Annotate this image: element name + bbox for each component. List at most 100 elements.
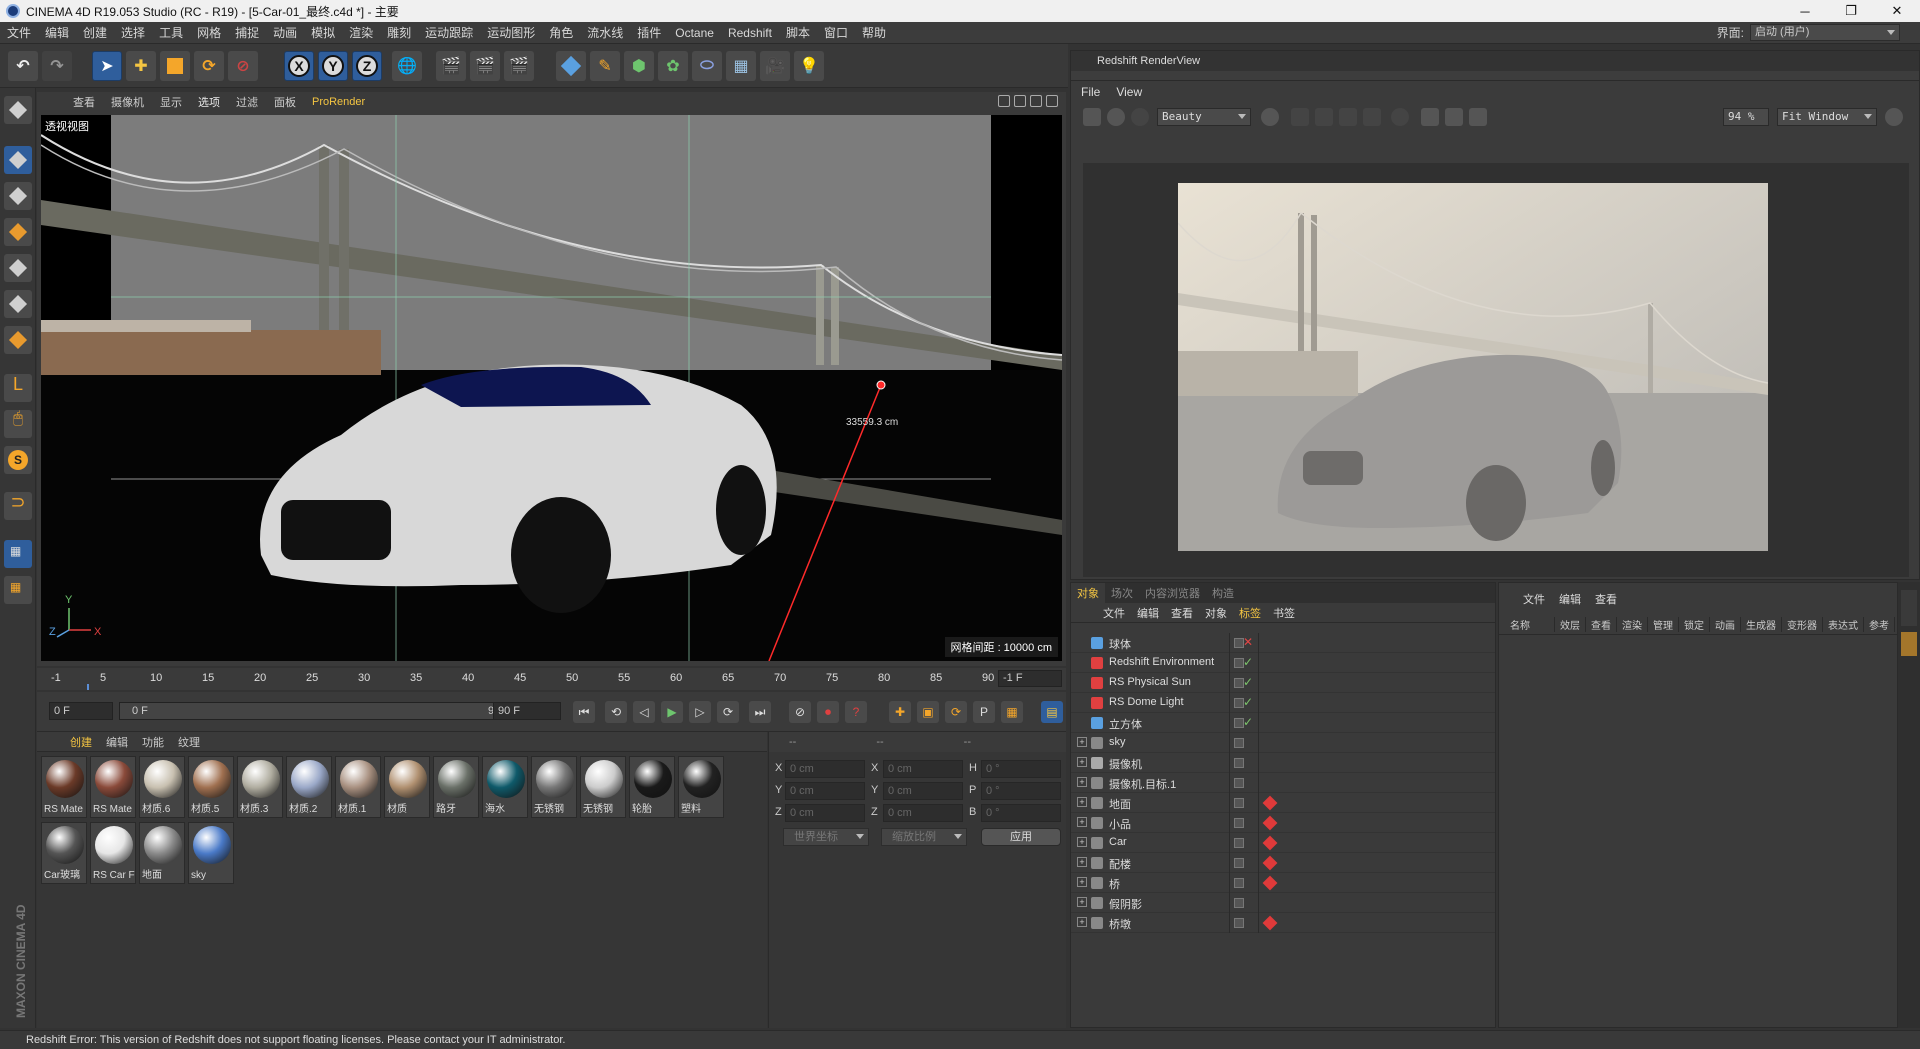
mat-menu-texture[interactable]: 纹理 [171, 734, 207, 750]
workplane-lock-button[interactable]: ▦ [4, 540, 32, 568]
material-swatch[interactable]: 轮胎 [629, 756, 675, 818]
material-swatch[interactable]: 无锈钢 [580, 756, 626, 818]
menu-plugins[interactable]: 插件 [630, 24, 668, 41]
move-tool-button[interactable]: ✚ [126, 51, 156, 81]
size-z-field[interactable]: 0 cm [883, 804, 963, 822]
tab-structure[interactable]: 构造 [1206, 583, 1240, 603]
rot-b-field[interactable]: 0 ° [981, 804, 1061, 822]
object-name[interactable]: 桥墩 [1109, 916, 1131, 932]
key-rotation-button[interactable]: ⟳ [945, 701, 967, 723]
points-mode-button[interactable] [4, 254, 32, 282]
enabled-check-icon[interactable]: ✓ [1243, 655, 1253, 669]
object-name[interactable]: 摄像机.目标.1 [1109, 776, 1176, 792]
add-camera-button[interactable]: 🎥 [760, 51, 790, 81]
make-editable-button[interactable] [4, 96, 32, 124]
layer-color-icon[interactable] [1234, 878, 1244, 888]
object-row[interactable]: Redshift Environment ✓ [1071, 653, 1495, 673]
maximize-button[interactable]: ❐ [1828, 0, 1874, 22]
visibility-toggles[interactable] [1229, 833, 1259, 853]
vp-menu-cameras[interactable]: 摄像机 [103, 94, 152, 110]
apply-button[interactable]: 应用 [981, 828, 1061, 846]
visibility-toggles[interactable] [1229, 893, 1259, 913]
menu-script[interactable]: 脚本 [779, 24, 817, 41]
clapper-icon[interactable] [1083, 108, 1101, 126]
current-frame-field[interactable]: -1 F [998, 670, 1062, 687]
menu-mesh[interactable]: 网格 [190, 24, 228, 41]
menu-help[interactable]: 帮助 [855, 24, 893, 41]
play-button[interactable]: ▶ [661, 701, 683, 723]
mat-menu-function[interactable]: 功能 [135, 734, 171, 750]
object-name[interactable]: RS Physical Sun [1109, 676, 1191, 688]
menu-animate[interactable]: 动画 [266, 24, 304, 41]
expand-toggle-icon[interactable]: + [1077, 897, 1087, 907]
object-row[interactable]: + 桥 [1071, 873, 1495, 893]
menu-pipeline[interactable]: 流水线 [580, 24, 630, 41]
rv-menu-view[interactable]: View [1116, 85, 1142, 99]
keyframe-selection-button[interactable]: ? [845, 701, 867, 723]
om-menu-bookmarks[interactable]: 书签 [1267, 605, 1301, 621]
col-deformers[interactable]: 变形器 [1782, 617, 1823, 632]
menu-snap[interactable]: 捕捉 [228, 24, 266, 41]
expand-toggle-icon[interactable]: + [1077, 917, 1087, 927]
material-swatch[interactable]: 材质.5 [188, 756, 234, 818]
visibility-toggles[interactable] [1229, 793, 1259, 813]
key-scale-button[interactable]: ▣ [917, 701, 939, 723]
expand-toggle-icon[interactable]: + [1077, 817, 1087, 827]
add-deformer-button[interactable]: ⬭ [692, 51, 722, 81]
add-light-button[interactable]: 💡 [794, 51, 824, 81]
material-swatch[interactable]: 材质.3 [237, 756, 283, 818]
am-menu-view[interactable]: 查看 [1595, 591, 1617, 607]
record-keys-button[interactable]: ⊘ [789, 701, 811, 723]
size-x-field[interactable]: 0 cm [883, 760, 963, 778]
object-row[interactable]: 立方体 ✓ [1071, 713, 1495, 733]
col-view[interactable]: 查看 [1586, 617, 1617, 632]
vp-menu-display[interactable]: 显示 [152, 94, 190, 110]
perspective-viewport[interactable]: 透视视图 Y Z X 33559.3 cm 网格间距: 10000 cm [41, 115, 1062, 661]
material-swatch[interactable]: 材质.2 [286, 756, 332, 818]
layer-color-icon[interactable] [1234, 838, 1244, 848]
visibility-toggles[interactable] [1229, 913, 1259, 933]
prev-frame-button[interactable]: ◁ [633, 701, 655, 723]
add-spline-button[interactable]: ✎ [590, 51, 620, 81]
material-swatch[interactable]: 路牙 [433, 756, 479, 818]
menu-render[interactable]: 渲染 [342, 24, 380, 41]
expand-toggle-icon[interactable]: + [1077, 737, 1087, 747]
col-solo[interactable]: 效层 [1555, 617, 1586, 632]
vp-menu-filter[interactable]: 过滤 [228, 94, 266, 110]
redshift-tag-icon[interactable] [1262, 815, 1278, 831]
scale-tool-button[interactable] [160, 51, 190, 81]
model-mode-button[interactable] [4, 146, 32, 174]
om-menu-edit[interactable]: 编辑 [1131, 605, 1165, 621]
redshift-tag-icon[interactable] [1262, 915, 1278, 931]
material-swatch[interactable]: RS Mate [90, 756, 136, 818]
vp-menu-panel[interactable]: 面板 [266, 94, 304, 110]
polygons-mode-button[interactable] [4, 326, 32, 354]
expand-toggle-icon[interactable]: + [1077, 877, 1087, 887]
object-row[interactable]: + sky [1071, 733, 1495, 753]
expand-toggle-icon[interactable]: + [1077, 757, 1087, 767]
dolly-icon[interactable] [1014, 95, 1026, 107]
snap-button[interactable]: S [4, 446, 32, 474]
menu-sculpt[interactable]: 雕刻 [380, 24, 418, 41]
add-snapshot-icon[interactable] [1445, 108, 1463, 126]
object-name[interactable]: Redshift Environment [1109, 656, 1214, 668]
object-name[interactable]: 配楼 [1109, 856, 1131, 872]
crop-icon[interactable] [1291, 108, 1309, 126]
material-swatch[interactable]: sky [188, 822, 234, 884]
am-menu-edit[interactable]: 编辑 [1559, 591, 1581, 607]
col-manager[interactable]: 管理 [1648, 617, 1679, 632]
next-frame-button[interactable]: ▷ [689, 701, 711, 723]
object-row[interactable]: RS Physical Sun ✓ [1071, 673, 1495, 693]
refresh-icon[interactable] [1131, 108, 1149, 126]
mat-menu-create[interactable]: 创建 [63, 734, 99, 750]
scale-mode-dropdown[interactable]: 缩放比例 [881, 828, 967, 846]
axis-mode-button[interactable]: L [4, 374, 32, 402]
redshift-tag-icon[interactable] [1262, 795, 1278, 811]
render-picture-viewer-button[interactable]: 🎬 [470, 51, 500, 81]
expand-toggle-icon[interactable]: + [1077, 837, 1087, 847]
size-y-field[interactable]: 0 cm [883, 782, 963, 800]
menu-tools[interactable]: 工具 [152, 24, 190, 41]
vp-menu-options[interactable]: 选项 [190, 94, 228, 110]
expand-toggle-icon[interactable]: + [1077, 797, 1087, 807]
col-generators[interactable]: 生成器 [1741, 617, 1782, 632]
